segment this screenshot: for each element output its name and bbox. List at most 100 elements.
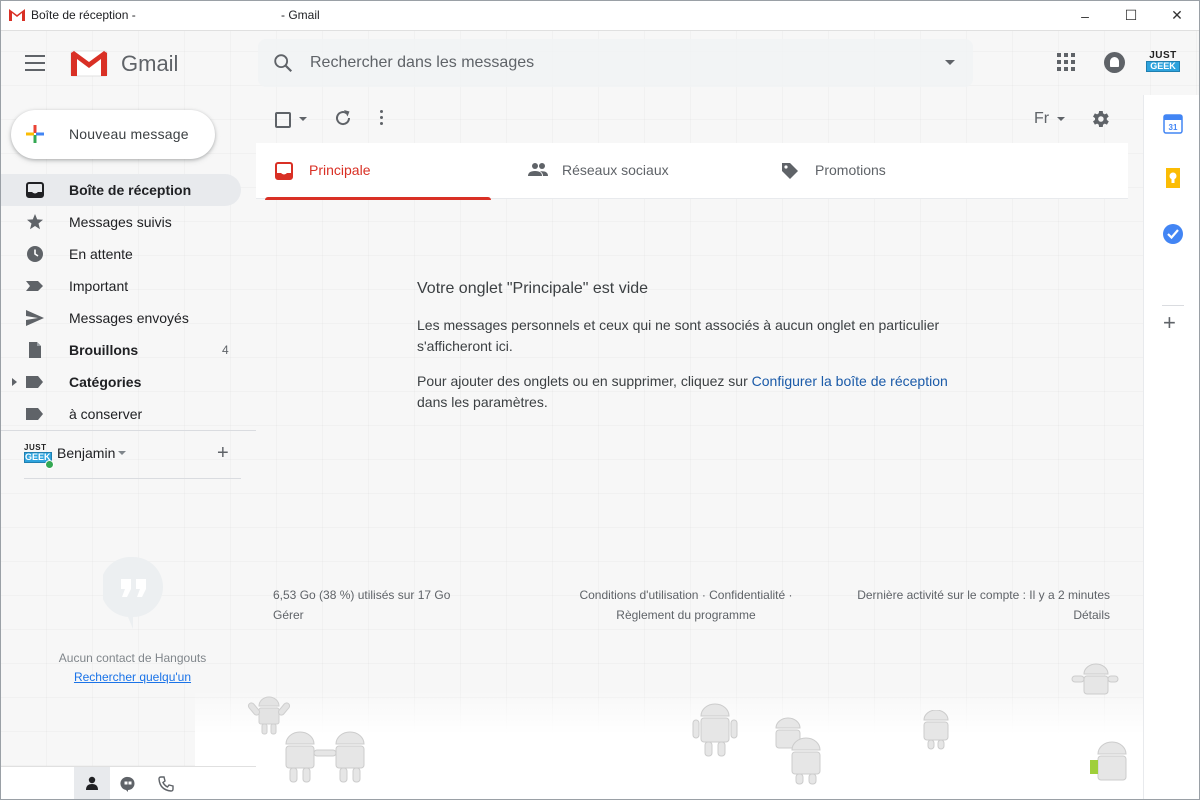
label-icon (26, 408, 43, 420)
inbox-category-tabs: Principale Réseaux sociaux Promotions (256, 143, 1128, 200)
clock-icon (27, 246, 43, 262)
manage-storage-link[interactable]: Gérer (273, 605, 450, 625)
sidebar-item-label: Messages envoyés (69, 310, 189, 326)
calendar-icon[interactable]: 31 (1162, 113, 1184, 135)
input-language-button[interactable]: Fr (1034, 110, 1049, 128)
activity-details-link[interactable]: Détails (816, 605, 1110, 625)
user-name[interactable]: Benjamin (57, 445, 115, 461)
program-policy-link[interactable]: Règlement du programme (566, 605, 806, 625)
draft-icon (29, 342, 41, 358)
account-logo-top: JUST (1149, 50, 1177, 61)
sidebar-item-important[interactable]: Important (0, 270, 256, 302)
android-decoration (692, 703, 738, 757)
android-decoration (775, 717, 821, 785)
apps-grid-icon[interactable] (1057, 53, 1075, 71)
empty-state-text: Les messages personnels et ceux qui ne s… (417, 317, 940, 354)
hangouts-divider (24, 478, 241, 479)
settings-gear-icon[interactable] (1089, 108, 1111, 130)
maximize-button[interactable]: ☐ (1108, 0, 1154, 31)
keep-icon[interactable] (1162, 167, 1184, 189)
account-activity: Dernière activité sur le compte : Il y a… (816, 585, 1110, 625)
last-activity-text: Dernière activité sur le compte : Il y a… (857, 588, 1110, 602)
calls-tab[interactable] (148, 767, 184, 800)
window-titlebar: Boîte de réception - - Gmail – ☐ ✕ (0, 0, 1200, 31)
user-menu-caret-icon[interactable] (118, 451, 126, 455)
inbox-tab-icon (275, 162, 293, 180)
window-title: Boîte de réception - (31, 8, 136, 22)
sidebar-item-label: Boîte de réception (69, 182, 192, 198)
contacts-tab[interactable] (74, 767, 110, 800)
sidebar-item-label: à conserver (69, 406, 143, 422)
sidebar-item-categories[interactable]: Catégories (0, 366, 256, 398)
storage-info: 6,53 Go (38 %) utilisés sur 17 Go Gérer (273, 585, 450, 625)
top-header: Gmail JUST GEEK (0, 31, 1200, 95)
account-avatar[interactable]: JUST GEEK (1146, 51, 1180, 75)
sidebar-nav: Boîte de réception Messages suivis En at… (0, 174, 256, 430)
window-title-suffix: - Gmail (281, 8, 320, 22)
find-someone-link[interactable]: Rechercher quelqu'un (0, 670, 265, 684)
sidebar-item-sent[interactable]: Messages envoyés (0, 302, 256, 334)
hangouts-icon (120, 776, 135, 792)
minimize-button[interactable]: – (1062, 0, 1108, 31)
select-all-checkbox[interactable] (275, 112, 291, 128)
search-bar[interactable] (258, 39, 973, 87)
hangouts-quote-icon (103, 557, 163, 629)
sidebar-item-starred[interactable]: Messages suivis (0, 206, 256, 238)
search-options-icon[interactable] (945, 60, 955, 65)
menu-icon[interactable] (25, 55, 45, 71)
sidebar-item-inbox[interactable]: Boîte de réception (0, 174, 241, 206)
language-caret-icon[interactable] (1057, 117, 1065, 121)
app-name[interactable]: Gmail (121, 51, 178, 77)
sidebar-item-label: Brouillons (69, 342, 139, 358)
configure-text-after: dans les paramètres. (417, 394, 548, 410)
sidebar-item-label: En attente (69, 246, 133, 262)
select-options-caret-icon[interactable] (299, 117, 307, 121)
star-icon (27, 214, 43, 230)
people-icon (528, 163, 548, 176)
sidebar-item-drafts[interactable]: Brouillons 4 (0, 334, 256, 366)
avatar-logo-top: JUST (24, 443, 47, 452)
search-input[interactable] (310, 39, 910, 87)
sidebar-item-keep[interactable]: à conserver (0, 398, 256, 430)
configure-inbox-link[interactable]: Configurer la boîte de réception (752, 373, 948, 389)
hangouts-user[interactable]: JUST GEEK Benjamin + (24, 443, 244, 469)
phone-icon (158, 776, 174, 792)
sidebar-item-snoozed[interactable]: En attente (0, 238, 256, 270)
tab-label: Réseaux sociaux (562, 162, 669, 178)
compose-button[interactable]: Nouveau message (11, 110, 215, 159)
conversations-tab[interactable] (110, 767, 146, 800)
sidebar-divider (0, 430, 256, 431)
search-icon[interactable] (272, 52, 294, 74)
drafts-count: 4 (222, 343, 229, 357)
add-contact-icon[interactable]: + (217, 443, 229, 463)
more-options-icon[interactable] (380, 110, 384, 128)
tab-label: Promotions (815, 162, 886, 178)
get-addons-icon[interactable]: + (1163, 310, 1176, 336)
refresh-icon[interactable] (334, 109, 352, 127)
compose-plus-icon (26, 125, 44, 143)
side-panel: 31 + (1143, 95, 1200, 800)
android-decoration (1090, 741, 1127, 781)
terms-privacy-link[interactable]: Conditions d'utilisation · Confidentiali… (566, 585, 806, 605)
empty-state-configure-text: Pour ajouter des onglets ou en supprimer… (417, 371, 957, 413)
no-contacts-text: Aucun contact de Hangouts (58, 651, 207, 665)
expand-arrow-icon[interactable] (12, 378, 17, 386)
side-panel-divider (1162, 305, 1184, 306)
account-logo-bottom: GEEK (1146, 61, 1180, 72)
tab-reseaux-sociaux[interactable]: Réseaux sociaux (509, 143, 744, 199)
close-button[interactable]: ✕ (1154, 0, 1200, 31)
tab-principale[interactable]: Principale (256, 143, 491, 200)
person-icon (86, 776, 98, 790)
important-icon (26, 281, 43, 291)
tab-promotions[interactable]: Promotions (762, 143, 997, 199)
inbox-icon (26, 182, 44, 198)
message-list-area: Votre onglet "Principale" est vide Les m… (256, 199, 1128, 679)
gmail-logo-icon[interactable] (70, 49, 108, 77)
tasks-icon[interactable] (1162, 223, 1184, 245)
label-icon (26, 376, 43, 388)
mail-toolbar: Fr (256, 95, 1126, 143)
online-status-icon (45, 460, 54, 469)
notifications-icon[interactable] (1104, 52, 1125, 73)
hangouts-bottom-tabs (0, 766, 256, 800)
calendar-day: 31 (1169, 123, 1178, 132)
